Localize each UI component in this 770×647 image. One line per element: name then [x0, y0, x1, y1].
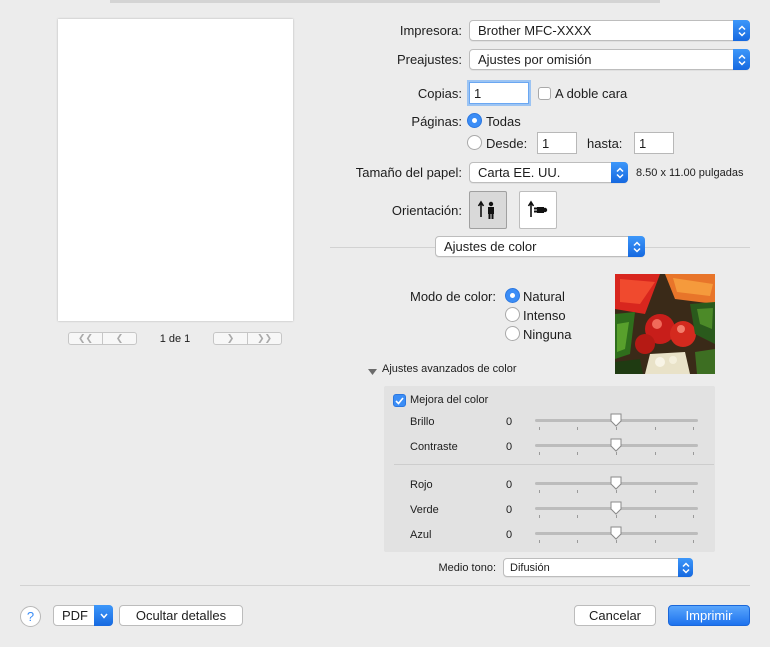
presets-popup[interactable]: Ajustes por omisión	[469, 49, 750, 70]
presets-label: Preajustes:	[396, 52, 462, 67]
brightness-slider[interactable]	[535, 413, 698, 433]
disclosure-triangle-icon[interactable]	[368, 364, 377, 379]
halftone-popup[interactable]: Difusión	[503, 558, 693, 577]
preview-nav-forward-group[interactable]: ❯ ❯❯	[213, 332, 282, 345]
blue-label: Azul	[410, 529, 432, 541]
paper-size-label: Tamaño del papel:	[355, 165, 462, 180]
section-value: Ajustes de color	[444, 239, 537, 254]
pages-from-input[interactable]: 1	[537, 132, 577, 154]
color-sample-image	[615, 274, 715, 374]
pages-label: Páginas:	[411, 114, 462, 129]
cancel-button[interactable]: Cancelar	[574, 605, 656, 626]
advanced-separator	[394, 464, 714, 465]
page-preview	[58, 19, 293, 321]
red-value: 0	[506, 479, 513, 491]
slider-knob-icon[interactable]	[610, 526, 622, 540]
green-label: Verde	[410, 504, 439, 516]
sheet-top-edge	[110, 0, 660, 3]
red-label: Rojo	[410, 479, 433, 491]
landscape-orientation-button[interactable]	[519, 191, 557, 229]
green-value: 0	[506, 504, 513, 516]
pages-to-label: hasta:	[587, 136, 623, 151]
slider-knob-icon[interactable]	[610, 438, 622, 452]
page-info: 1 de 1	[159, 333, 191, 345]
footer-separator	[20, 585, 750, 586]
contrast-slider[interactable]	[535, 438, 698, 458]
last-page-icon[interactable]: ❯❯	[247, 333, 281, 344]
color-enhance-label: Mejora del color	[410, 394, 489, 406]
duplex-label: A doble cara	[555, 86, 628, 101]
copies-label: Copias:	[417, 86, 462, 101]
color-mode-natural-label: Natural	[523, 289, 565, 304]
slider-knob-icon[interactable]	[610, 501, 622, 515]
chevron-down-icon	[94, 605, 113, 626]
color-mode-vivid-radio[interactable]	[505, 307, 520, 322]
contrast-label: Contraste	[410, 441, 458, 453]
brightness-value: 0	[506, 416, 513, 428]
section-popup[interactable]: Ajustes de color	[435, 236, 645, 257]
red-slider[interactable]	[535, 476, 698, 496]
halftone-value: Difusión	[510, 561, 550, 574]
updown-arrows-icon	[678, 558, 693, 577]
pdf-menu-button[interactable]: PDF	[53, 605, 113, 626]
color-enhance-checkbox[interactable]	[393, 394, 406, 407]
paper-size-popup[interactable]: Carta EE. UU.	[469, 162, 628, 183]
halftone-label: Medio tono:	[438, 562, 496, 574]
printer-value: Brother MFC-XXXX	[478, 23, 592, 38]
blue-value: 0	[506, 529, 513, 541]
pages-all-label: Todas	[486, 114, 521, 129]
portrait-icon	[477, 200, 494, 219]
presets-value: Ajustes por omisión	[478, 52, 592, 67]
duplex-checkbox[interactable]	[538, 87, 551, 100]
pages-range-radio[interactable]	[467, 135, 482, 150]
pages-to-input[interactable]: 1	[634, 132, 674, 154]
updown-arrows-icon	[733, 20, 750, 41]
portrait-orientation-button[interactable]	[469, 191, 507, 229]
pages-from-label: Desde:	[486, 136, 528, 151]
color-mode-none-label: Ninguna	[523, 327, 572, 342]
help-button[interactable]: ?	[20, 606, 41, 627]
slider-knob-icon[interactable]	[610, 413, 622, 427]
color-mode-natural-radio[interactable]	[505, 288, 520, 303]
pdf-label: PDF	[62, 608, 88, 623]
orientation-label: Orientación:	[391, 203, 462, 218]
contrast-value: 0	[506, 441, 513, 453]
first-page-icon[interactable]: ❮❮	[69, 333, 102, 344]
slider-knob-icon[interactable]	[610, 476, 622, 490]
blue-slider[interactable]	[535, 526, 698, 546]
updown-arrows-icon	[611, 162, 628, 183]
paper-size-value: Carta EE. UU.	[478, 165, 561, 180]
brightness-label: Brillo	[410, 416, 435, 428]
hide-details-button[interactable]: Ocultar detalles	[119, 605, 243, 626]
landscape-icon	[527, 200, 548, 217]
green-slider[interactable]	[535, 501, 698, 521]
updown-arrows-icon	[733, 49, 750, 70]
advanced-color-title[interactable]: Ajustes avanzados de color	[382, 363, 517, 375]
paper-dimensions: 8.50 x 11.00 pulgadas	[636, 167, 744, 179]
pages-all-radio[interactable]	[467, 113, 482, 128]
color-mode-none-radio[interactable]	[505, 326, 520, 341]
print-button[interactable]: Imprimir	[668, 605, 750, 626]
prev-page-icon[interactable]: ❮	[102, 333, 136, 344]
color-mode-label: Modo de color:	[410, 289, 496, 304]
checkmark-icon	[395, 396, 404, 405]
copies-input[interactable]: 1	[469, 82, 529, 104]
updown-arrows-icon	[628, 236, 645, 257]
printer-popup[interactable]: Brother MFC-XXXX	[469, 20, 750, 41]
printer-label: Impresora:	[399, 23, 462, 38]
next-page-icon[interactable]: ❯	[214, 333, 247, 344]
color-mode-vivid-label: Intenso	[523, 308, 566, 323]
preview-nav-back-group[interactable]: ❮❮ ❮	[68, 332, 137, 345]
